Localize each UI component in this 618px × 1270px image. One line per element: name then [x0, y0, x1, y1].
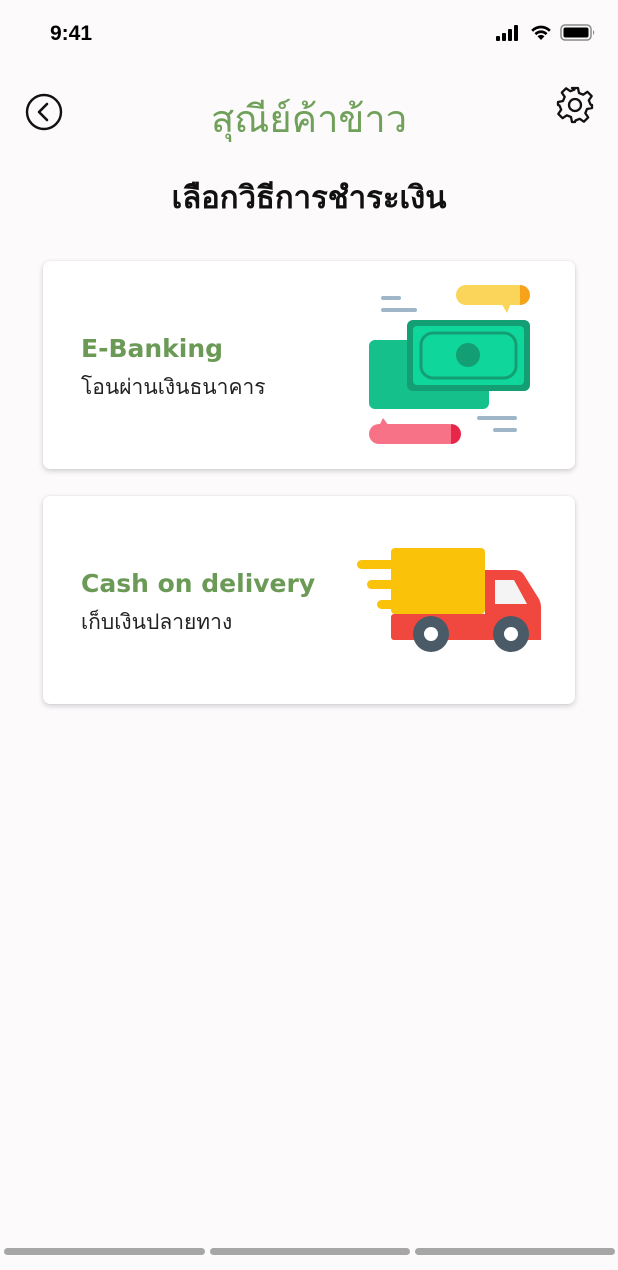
payment-option-subtitle: เก็บเงินปลายทาง: [81, 610, 233, 634]
bottom-indicator: [0, 1248, 618, 1256]
header: สุณีย์ค้าข้าว: [0, 70, 618, 150]
status-icons: [496, 24, 596, 41]
payment-option-cod[interactable]: Cash on delivery เก็บเงินปลายทาง: [43, 496, 575, 704]
page-title: เลือกวิธีการชำระเงิน: [171, 180, 447, 216]
payment-option-title: E-Banking: [81, 334, 224, 363]
delivery-truck-icon: [357, 548, 541, 652]
money-transfer-icon: [369, 285, 530, 444]
status-bar: 9:41: [0, 0, 618, 70]
indicator-segment: [210, 1248, 410, 1255]
battery-icon: [560, 24, 595, 41]
settings-button[interactable]: [554, 84, 596, 126]
status-time: 9:41: [50, 22, 93, 45]
signal-icon: [496, 24, 518, 41]
payment-option-title: Cash on delivery: [81, 569, 316, 598]
indicator-segment: [415, 1248, 615, 1255]
app-title: สุณีย์ค้าข้าว: [210, 97, 408, 141]
indicator-segment: [4, 1248, 205, 1255]
payment-option-subtitle: โอนผ่านเงินธนาคาร: [81, 375, 266, 399]
payment-option-ebanking[interactable]: E-Banking โอนผ่านเงินธนาคาร: [43, 261, 575, 469]
gear-icon: [556, 86, 594, 124]
wifi-icon: [531, 25, 551, 40]
